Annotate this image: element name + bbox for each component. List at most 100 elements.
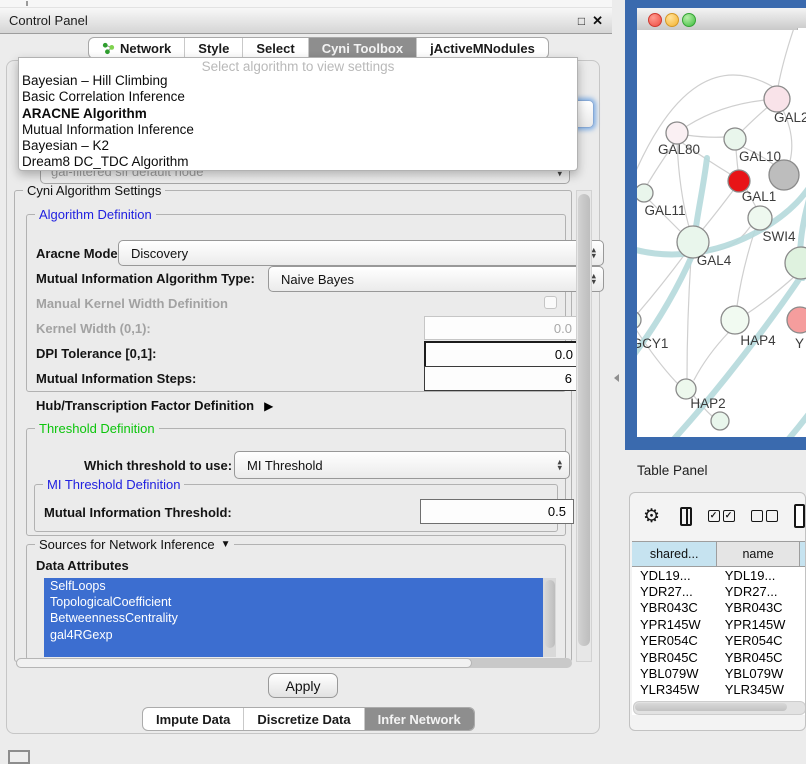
expand-down-icon[interactable]: ▼	[221, 539, 231, 550]
columns-icon[interactable]	[680, 507, 691, 526]
gear-icon[interactable]: ⚙	[643, 505, 660, 528]
bottom-tab-discretize-data[interactable]: Discretize Data	[244, 708, 364, 730]
scrollbar-thumb[interactable]	[578, 194, 590, 646]
algorithm-item[interactable]: Basic Correlation Inference	[19, 89, 577, 105]
network-node[interactable]	[769, 160, 799, 190]
table-cell[interactable]: YDR27...	[632, 583, 717, 599]
table-cell[interactable]: YBR045C	[717, 649, 800, 665]
table-cell[interactable]: YLR345W	[632, 682, 717, 698]
tab-jactivemnodules[interactable]: jActiveMNodules	[417, 38, 548, 58]
table-cell[interactable]: 9.	[799, 616, 806, 632]
table-cell[interactable]: YER054C	[632, 633, 717, 649]
table-row[interactable]: YER054CYER054C8.	[632, 633, 806, 649]
algorithm-item[interactable]: Dream8 DC_TDC Algorithm	[19, 154, 577, 170]
bottom-tab-infer-network[interactable]: Infer Network	[365, 708, 474, 730]
node-table[interactable]: shared...nameYDL19...YDL19...13YDR27...Y…	[632, 541, 806, 715]
network-canvas[interactable]: GAL2GAL80GAL10GAL1GAL11SWI4GAL4GCY1HAP4Y…	[637, 30, 806, 437]
table-cell[interactable]: YPR145W	[717, 616, 800, 632]
table-row[interactable]: YPR145WYPR145W9.	[632, 616, 806, 632]
table-cell[interactable]: YBL079W	[632, 665, 717, 681]
table-row[interactable]: YDL19...YDL19...13	[632, 567, 806, 584]
table-row[interactable]: YLR345WYLR345W9.	[632, 682, 806, 698]
traffic-zoom[interactable]	[682, 13, 696, 27]
table-hscrollbar[interactable]	[633, 701, 806, 715]
network-node[interactable]	[748, 206, 772, 230]
network-titlebar[interactable]	[637, 8, 806, 31]
network-node[interactable]	[666, 122, 688, 144]
table-row[interactable]: YBL079WYBL079W	[632, 665, 806, 681]
float-button[interactable]: □	[578, 14, 585, 28]
table-row[interactable]: YBR043CYBR043C	[632, 600, 806, 616]
table-row[interactable]: YDR27...YDR27...12	[632, 583, 806, 599]
column-header[interactable]	[799, 542, 806, 567]
unchecked-boxes-icon[interactable]	[751, 510, 778, 522]
attribute-item[interactable]: SelfLoops	[44, 578, 544, 594]
traffic-minimize[interactable]	[665, 13, 679, 27]
settings-hscrollbar[interactable]	[16, 658, 572, 668]
network-node[interactable]	[637, 311, 641, 329]
dpi-field[interactable]: 0.0	[424, 341, 582, 368]
algorithm-item[interactable]: Mutual Information Inference	[19, 122, 577, 138]
mi-steps-field[interactable]: 6	[424, 366, 580, 391]
algorithm-item[interactable]: Bayesian – K2	[19, 138, 577, 154]
mi-threshold-field[interactable]: 0.5	[420, 499, 574, 524]
kernel-width-field[interactable]: 0.0	[424, 316, 580, 340]
network-node[interactable]	[724, 128, 746, 150]
network-node[interactable]	[787, 307, 806, 333]
algorithm-item[interactable]: ARACNE Algorithm	[19, 106, 577, 122]
network-node[interactable]	[764, 86, 790, 112]
bottom-tab-impute-data[interactable]: Impute Data	[143, 708, 244, 730]
attribute-item[interactable]: gal4RGexp	[44, 627, 544, 643]
tab-style[interactable]: Style	[185, 38, 243, 58]
table-cell[interactable]: YBR045C	[632, 649, 717, 665]
network-node[interactable]	[637, 184, 653, 202]
traffic-close[interactable]	[648, 13, 662, 27]
table-cell[interactable]: YLR345W	[717, 682, 800, 698]
algorithm-dropdown[interactable]: Select algorithm to view settings Bayesi…	[18, 57, 578, 171]
table-cell[interactable]: YPR145W	[632, 616, 717, 632]
checked-boxes-icon[interactable]: ✓✓	[708, 510, 735, 522]
table-cell[interactable]: 9.	[799, 649, 806, 665]
mi-type-combo[interactable]: Naive Bayes ▴▾	[268, 266, 604, 292]
tab-cyni-toolbox[interactable]: Cyni Toolbox	[309, 38, 417, 58]
expand-right-icon[interactable]: ▶	[264, 399, 273, 413]
attribute-item[interactable]: BetweennessCentrality	[44, 610, 544, 626]
column-header[interactable]: name	[717, 542, 800, 567]
table-cell[interactable]: 12	[799, 583, 806, 599]
column-header[interactable]: shared...	[632, 542, 717, 567]
table-cell[interactable]: 9.	[799, 682, 806, 698]
table-cell[interactable]: YDL19...	[632, 567, 717, 584]
table-cell[interactable]: YBR043C	[632, 600, 717, 616]
attribute-item[interactable]: TopologicalCoefficient	[44, 594, 544, 610]
close-button[interactable]: ✕	[592, 13, 603, 29]
table-cell[interactable]: YER054C	[717, 633, 800, 649]
network-node[interactable]	[785, 247, 806, 279]
doc-icon[interactable]	[794, 504, 805, 528]
apply-button[interactable]: Apply	[268, 673, 338, 698]
attribute-list[interactable]: SelfLoopsTopologicalCoefficientBetweenne…	[44, 578, 556, 657]
network-node[interactable]	[711, 412, 729, 430]
hub-section[interactable]: Hub/Transcription Factor Definition ▶	[36, 398, 273, 413]
splitter-handle[interactable]	[614, 374, 619, 382]
aracne-mode-combo[interactable]: Discovery ▴▾	[118, 240, 604, 266]
scrollbar-thumb[interactable]	[16, 658, 472, 668]
network-graph[interactable]: GAL2GAL80GAL10GAL1GAL11SWI4GAL4GCY1HAP4Y…	[637, 30, 806, 437]
table-cell[interactable]	[799, 665, 806, 681]
tab-select[interactable]: Select	[243, 38, 308, 58]
manual-kernel-checkbox[interactable]	[544, 296, 557, 309]
which-threshold-combo[interactable]: MI Threshold ▴▾	[234, 451, 570, 479]
table-cell[interactable]: YBR043C	[717, 600, 800, 616]
table-cell[interactable]: YBL079W	[717, 665, 800, 681]
table-cell[interactable]: 13	[799, 567, 806, 584]
scrollbar-thumb[interactable]	[635, 703, 787, 711]
algorithm-item[interactable]: Bayesian – Hill Climbing	[19, 73, 577, 89]
attribute-list-scrollbar[interactable]	[543, 578, 556, 657]
table-cell[interactable]	[799, 600, 806, 616]
tab-network[interactable]: Network	[89, 38, 185, 58]
settings-vscrollbar[interactable]	[576, 190, 592, 662]
network-node[interactable]	[721, 306, 749, 334]
attribute-item[interactable]	[44, 643, 544, 657]
table-cell[interactable]: YDL19...	[717, 567, 800, 584]
table-cell[interactable]: 8.	[799, 633, 806, 649]
table-row[interactable]: YBR045CYBR045C9.	[632, 649, 806, 665]
